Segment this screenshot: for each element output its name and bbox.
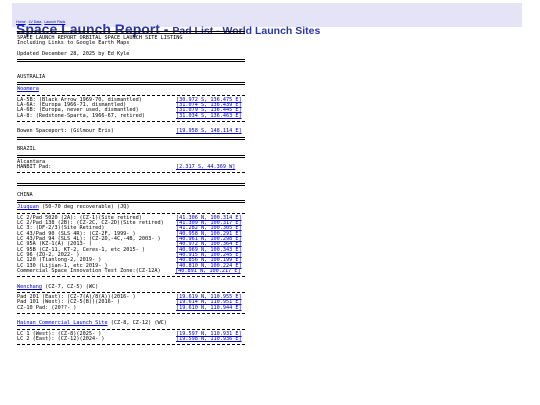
site-note: (CZ-7, CZ-5) (WC) <box>42 283 99 290</box>
pad-row: HANBIT Pad: [2.317 S, 44.369 W] <box>17 163 247 170</box>
divider <box>17 172 245 174</box>
updated-date: Updated December 28, 2025 by Ed Kyle <box>17 51 130 58</box>
site-link-hainan[interactable]: Hainan Commercial Launch Site <box>17 320 108 326</box>
divider <box>17 82 245 86</box>
site-note: (CZ-8, CZ-12) (WC) <box>107 320 167 327</box>
coord-link[interactable]: [19.598 N, 110.936 E] <box>176 336 242 342</box>
coord-link[interactable]: [2.317 S, 44.369 W] <box>176 164 235 170</box>
pad-name: LA-8: (Redstone-Sparta, 1966-67, retired… <box>17 112 146 119</box>
pad-row: CZ-10 Pad: (20??- ) [19.610 N, 110.944 E] <box>17 304 247 311</box>
pad-name: CZ-10 Pad: (20??- ) <box>17 304 77 311</box>
coord-link[interactable]: [19.958 S, 148.114 E] <box>176 129 242 135</box>
page-header: Space Launch Report - Pad List - World L… <box>12 3 522 37</box>
site-note: (50-70 deg recoverable) (JQ) <box>38 204 130 211</box>
coord-link[interactable]: [31.034 S, 136.463 E] <box>176 113 242 119</box>
country-china: CHINA <box>17 191 33 198</box>
divider <box>17 313 245 315</box>
site-link-woomera[interactable]: Woomera <box>17 86 39 92</box>
pad-row: Commercial Space Innovation Test Zone:(C… <box>17 268 247 274</box>
breadcrumb: Home LV Data Launch Pads <box>16 20 68 24</box>
pad-row: LC 2 (East): (CZ-12)(2024- ) [19.598 N, 1… <box>17 336 247 343</box>
nav-link-lv-data[interactable]: LV Data <box>29 20 42 24</box>
pad-row: Bowen Spaceport: (Gilmour Eris) [19.958 S… <box>17 128 247 135</box>
site-listing: SPACE LAUNCH REPORT ORBITAL SPACE LAUNCH… <box>17 29 247 347</box>
divider <box>17 154 245 158</box>
divider <box>17 136 245 140</box>
pad-name: Bowen Spaceport: (Gilmour Eris) <box>17 128 114 135</box>
divider <box>17 276 245 278</box>
nav-link-home[interactable]: Home <box>16 20 26 24</box>
coord-link[interactable]: [40.891 N, 100.217 E] <box>175 268 241 274</box>
divider <box>17 328 245 330</box>
coord-link[interactable]: [19.610 N, 110.944 E] <box>176 305 242 311</box>
site-link-wenchang[interactable]: Wenchang <box>17 284 42 290</box>
country-australia: AUSTRALIA <box>17 74 46 81</box>
divider <box>17 182 245 186</box>
divider <box>17 94 245 96</box>
divider <box>17 292 245 294</box>
divider <box>17 344 245 346</box>
divider <box>17 121 245 123</box>
pad-row: LA-8: (Redstone-Sparta, 1966-67, retired… <box>17 112 247 119</box>
divider <box>17 59 245 63</box>
site-link-jiuquan[interactable]: Jiuquan <box>17 204 39 210</box>
divider <box>17 212 245 214</box>
pad-name: LC 2 (East): (CZ-12)(2024- ) <box>17 336 105 343</box>
pad-name: Commercial Space Innovation Test Zone:(C… <box>17 268 161 274</box>
divider <box>17 200 245 204</box>
divider <box>17 31 245 34</box>
nav-link-launch-pads[interactable]: Launch Pads <box>44 20 65 24</box>
pad-name: HANBIT Pad: <box>17 163 52 170</box>
country-brazil: BRAZIL <box>17 146 36 153</box>
